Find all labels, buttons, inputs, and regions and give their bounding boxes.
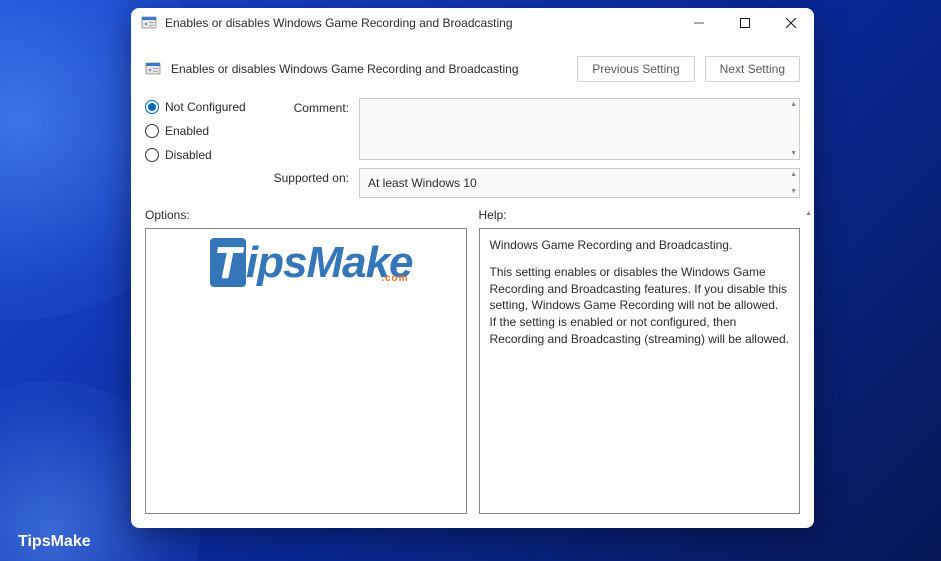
scroll-up-icon[interactable]: ▲ bbox=[805, 210, 812, 217]
titlebar[interactable]: Enables or disables Windows Game Recordi… bbox=[131, 8, 814, 38]
scroll-up-icon[interactable]: ▲ bbox=[790, 101, 797, 108]
minimize-button[interactable] bbox=[676, 8, 722, 38]
footer-brand: TipsMake bbox=[18, 533, 91, 551]
gpedit-policy-window: Enables or disables Windows Game Recordi… bbox=[131, 8, 814, 528]
radio-not-configured[interactable]: Not Configured bbox=[145, 100, 255, 114]
fields-column: Comment: ▲ ▼ Supported on: At least Wind… bbox=[269, 98, 800, 198]
window-content: Enables or disables Windows Game Recordi… bbox=[131, 38, 814, 528]
radio-indicator-icon bbox=[145, 148, 159, 162]
supported-on-value: At least Windows 10 bbox=[368, 176, 477, 190]
scroll-down-icon[interactable]: ▼ bbox=[790, 188, 797, 195]
help-box: Windows Game Recording and Broadcasting.… bbox=[479, 228, 801, 514]
settings-row: Not Configured Enabled Disabled Comment:… bbox=[145, 92, 800, 208]
radio-disabled[interactable]: Disabled bbox=[145, 148, 255, 162]
policy-header: Enables or disables Windows Game Recordi… bbox=[145, 46, 800, 92]
options-panel: Options: bbox=[145, 208, 467, 514]
comment-field-row: Comment: ▲ ▼ bbox=[269, 98, 800, 160]
policy-icon bbox=[145, 61, 161, 77]
radio-label: Enabled bbox=[165, 124, 209, 138]
help-panel: Help: Windows Game Recording and Broadca… bbox=[479, 208, 801, 514]
comment-label: Comment: bbox=[269, 98, 349, 115]
close-button[interactable] bbox=[768, 8, 814, 38]
radio-label: Disabled bbox=[165, 148, 212, 162]
supported-label: Supported on: bbox=[269, 168, 349, 185]
radio-indicator-icon bbox=[145, 124, 159, 138]
help-body-text: This setting enables or disables the Win… bbox=[490, 264, 790, 314]
next-setting-button[interactable]: Next Setting bbox=[705, 56, 800, 82]
state-radio-group: Not Configured Enabled Disabled bbox=[145, 98, 255, 198]
window-icon bbox=[141, 15, 157, 31]
bottom-panels: Options: Help: Windows Game Recording an… bbox=[145, 208, 800, 514]
scroll-up-icon[interactable]: ▲ bbox=[790, 171, 797, 178]
help-title-text: Windows Game Recording and Broadcasting. bbox=[490, 237, 790, 254]
policy-title: Enables or disables Windows Game Recordi… bbox=[171, 62, 567, 76]
comment-textarea[interactable]: ▲ ▼ bbox=[359, 98, 800, 160]
window-title: Enables or disables Windows Game Recordi… bbox=[165, 16, 676, 30]
scroll-down-icon[interactable]: ▼ bbox=[790, 150, 797, 157]
radio-enabled[interactable]: Enabled bbox=[145, 124, 255, 138]
radio-label: Not Configured bbox=[165, 100, 246, 114]
previous-setting-button[interactable]: Previous Setting bbox=[577, 56, 694, 82]
window-controls bbox=[676, 8, 814, 38]
supported-field-row: Supported on: At least Windows 10 ▲ ▼ bbox=[269, 168, 800, 198]
help-body-text: If the setting is enabled or not configu… bbox=[490, 314, 790, 348]
options-label: Options: bbox=[145, 208, 467, 222]
maximize-button[interactable] bbox=[722, 8, 768, 38]
supported-on-box: At least Windows 10 ▲ ▼ bbox=[359, 168, 800, 198]
help-label: Help: bbox=[479, 208, 801, 222]
options-box bbox=[145, 228, 467, 514]
radio-indicator-icon bbox=[145, 100, 159, 114]
help-text: Windows Game Recording and Broadcasting.… bbox=[480, 229, 800, 366]
